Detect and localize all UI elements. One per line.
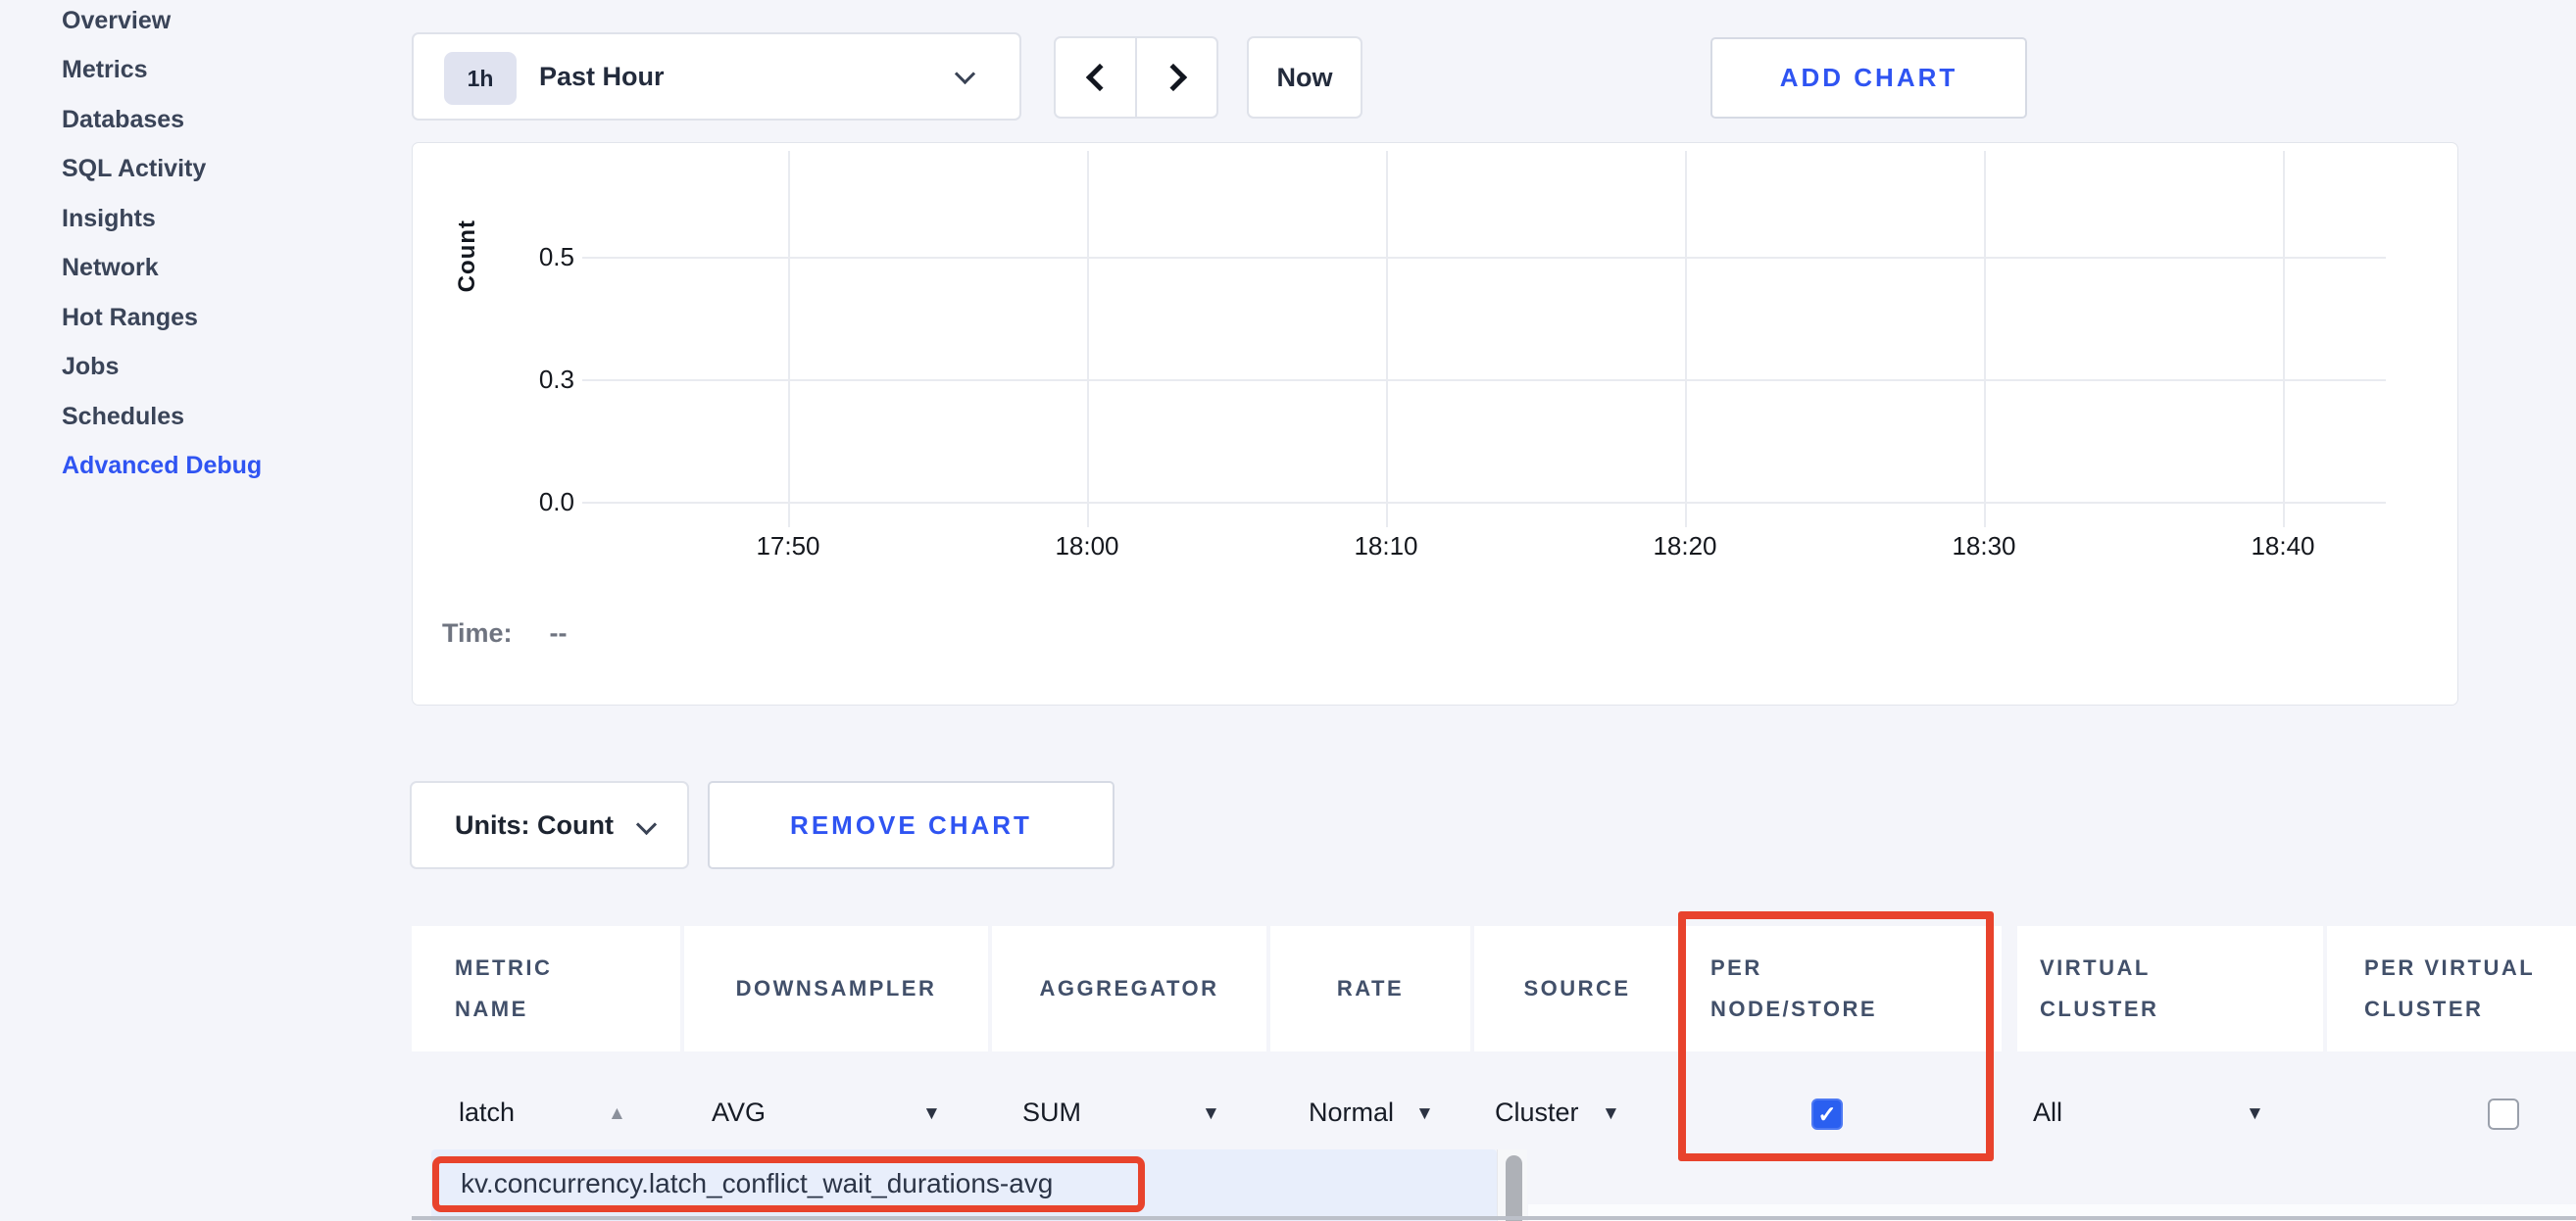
header-line: VIRTUAL [2040,948,2323,989]
sidebar-item-network[interactable]: Network [62,244,395,294]
per-node-store-checkbox[interactable]: ✓ [1811,1099,1843,1130]
time-back-button[interactable] [1054,36,1137,119]
units-select-label: Units: Count [455,783,614,867]
sidebar-item-metrics[interactable]: Metrics [62,46,395,96]
y-axis-label: Count [454,220,481,292]
gridline-vertical [2283,151,2285,527]
dropdown-scrollbar[interactable] [1497,1149,1527,1221]
x-tick: 17:50 [729,531,847,562]
column-header-source: SOURCE [1474,926,1680,1051]
chevron-down-icon[interactable]: ▼ [2246,1103,2264,1125]
aggregator-select[interactable]: SUM [1022,1098,1081,1128]
x-tick: 18:10 [1327,531,1445,562]
gridline-horizontal [582,379,2386,381]
gridline-vertical [1685,151,1687,527]
header-line: PER [1710,948,2002,989]
chevron-down-icon[interactable]: ▼ [1202,1103,1220,1125]
header-line: RATE [1337,976,1404,1001]
header-line: NODE/STORE [1710,989,2002,1030]
sidebar-item-schedules[interactable]: Schedules [62,392,395,442]
hover-time-readout: Time: -- [442,618,568,649]
custom-chart-card[interactable]: Count 0.5 0.3 0.0 17:50 18:00 18:10 18:2… [412,142,2458,706]
time-range-select[interactable]: 1h Past Hour [412,32,1021,121]
metric-name-input[interactable]: latch [459,1098,515,1128]
gridline-vertical [1087,151,1089,527]
chevron-down-icon[interactable]: ▼ [1602,1103,1620,1125]
header-line: AGGREGATOR [1039,976,1218,1001]
sidebar-item-advanced-debug[interactable]: Advanced Debug [62,442,395,492]
units-select[interactable]: Units: Count [410,781,689,869]
rate-select[interactable]: Normal [1309,1098,1394,1128]
source-select[interactable]: Cluster [1495,1098,1579,1128]
gridline-vertical [1386,151,1388,527]
column-header-aggregator: AGGREGATOR [992,926,1266,1051]
time-forward-button[interactable] [1135,36,1218,119]
gridline-horizontal [582,502,2386,504]
y-tick: 0.5 [496,242,574,272]
column-header-rate: RATE [1270,926,1470,1051]
chevron-down-icon [636,814,657,835]
advanced-debug-custom-chart-page: Overview Metrics Databases SQL Activity … [0,0,2576,1221]
sidebar-item-hot-ranges[interactable]: Hot Ranges [62,293,395,343]
sidebar-item-insights[interactable]: Insights [62,194,395,244]
downsampler-select[interactable]: AVG [712,1098,766,1128]
virtual-cluster-select[interactable]: All [2033,1098,2062,1128]
time-range-label: Past Hour [539,34,665,119]
header-line: CLUSTER [2040,989,2323,1030]
y-tick: 0.3 [496,365,574,395]
header-line: DOWNSAMPLER [736,976,937,1001]
x-tick: 18:30 [1925,531,2043,562]
chevron-down-icon [955,64,975,84]
sidebar: Overview Metrics Databases SQL Activity … [62,0,395,491]
header-line: PER VIRTUAL [2364,948,2576,989]
checkmark-icon: ✓ [1817,1101,1836,1128]
per-virtual-cluster-checkbox[interactable] [2488,1099,2519,1130]
gridline-horizontal [582,257,2386,259]
column-header-metric-name: METRIC NAME [412,926,680,1051]
chevron-right-icon [1159,64,1186,91]
sidebar-item-jobs[interactable]: Jobs [62,343,395,393]
now-button[interactable]: Now [1247,36,1362,119]
add-chart-button[interactable]: ADD CHART [1710,37,2027,119]
gridline-vertical [1984,151,1986,527]
header-line: CLUSTER [2364,989,2576,1030]
column-header-per-virtual-cluster: PER VIRTUAL CLUSTER [2327,926,2576,1051]
column-header-virtual-cluster: VIRTUAL CLUSTER [2017,926,2323,1051]
remove-chart-button[interactable]: REMOVE CHART [708,781,1115,869]
hover-time-value: -- [550,618,568,648]
screenshot-bottom-edge [412,1216,2576,1220]
header-line: METRIC [455,948,680,989]
header-line: NAME [455,989,680,1030]
chevron-down-icon[interactable]: ▼ [1415,1103,1434,1125]
chevron-left-icon [1085,64,1113,91]
gridline-vertical [788,151,790,527]
chevron-down-icon[interactable]: ▼ [922,1103,941,1125]
sidebar-item-databases[interactable]: Databases [62,95,395,145]
column-header-downsampler: DOWNSAMPLER [684,926,988,1051]
time-window-nav [1054,36,1218,119]
sidebar-item-overview[interactable]: Overview [62,0,395,46]
column-header-per-node-store: PER NODE/STORE [1684,926,2002,1051]
dropdown-scrollbar-thumb[interactable] [1506,1155,1522,1221]
sidebar-item-sql-activity[interactable]: SQL Activity [62,145,395,195]
header-line: SOURCE [1523,976,1630,1001]
time-range-badge: 1h [444,52,517,105]
hover-time-label: Time: [442,618,513,648]
x-tick: 18:00 [1028,531,1146,562]
x-tick: 18:40 [2224,531,2342,562]
metric-suggestions-dropdown: kv.concurrency.latch_conflict_wait_durat… [431,1149,1497,1221]
x-tick: 18:20 [1626,531,1744,562]
y-tick: 0.0 [496,487,574,517]
metric-suggestion-item[interactable]: kv.concurrency.latch_conflict_wait_durat… [461,1168,1053,1199]
dropdown-open-arrow-icon[interactable]: ▲ [608,1103,626,1125]
